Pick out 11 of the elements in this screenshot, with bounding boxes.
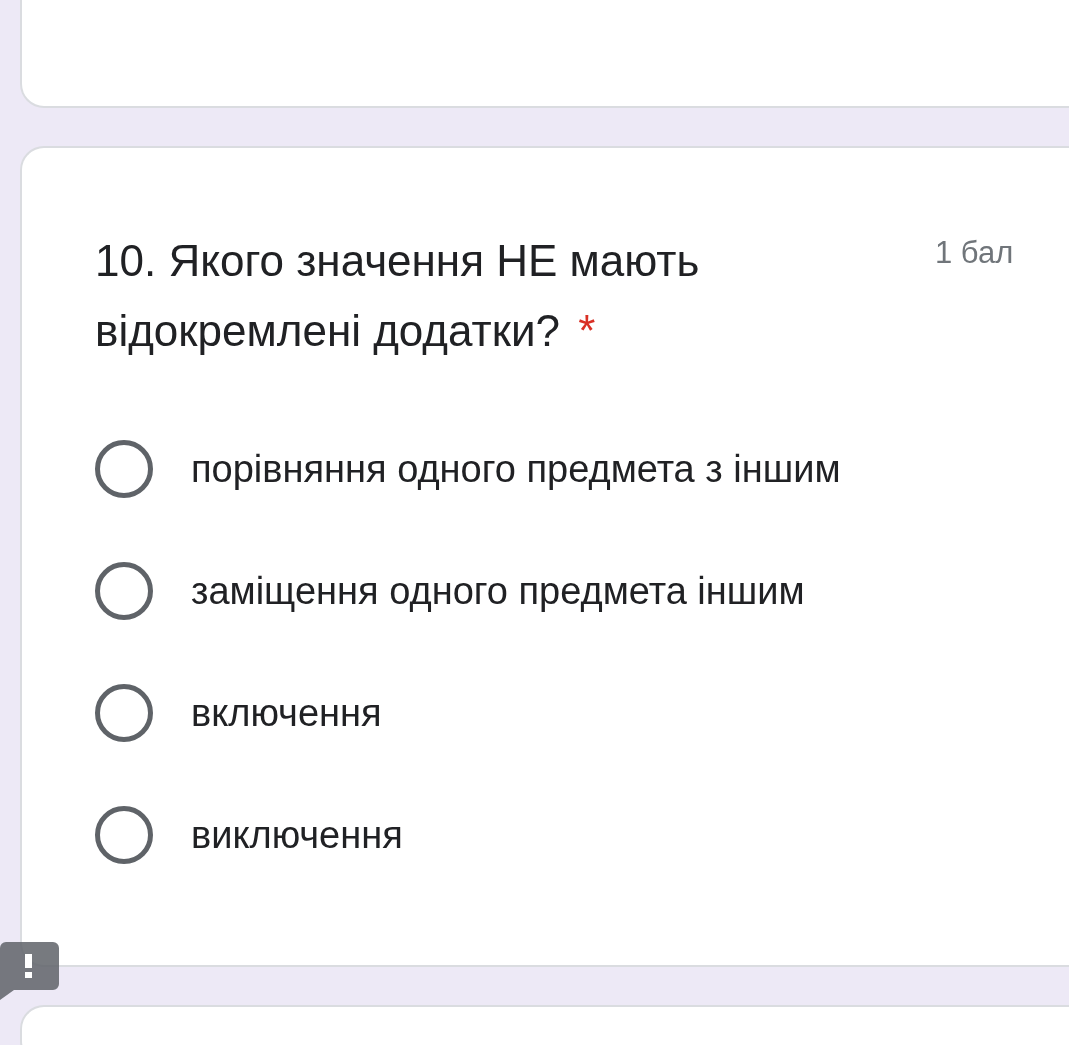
option-label[interactable]: виключення — [191, 807, 403, 863]
radio-button[interactable] — [95, 440, 153, 498]
points-label: 1 бал — [935, 234, 1015, 272]
radio-button[interactable] — [95, 562, 153, 620]
option-label[interactable]: заміщення одного предмета іншим — [191, 563, 805, 619]
question-title: 10. Якого значення НЕ мають відокремлені додатки? * — [95, 235, 701, 357]
radio-button[interactable] — [95, 684, 153, 742]
radio-button[interactable] — [95, 806, 153, 864]
option-label[interactable]: порівняння одного предмета з іншим — [191, 441, 841, 497]
feedback-icon[interactable] — [0, 942, 60, 1000]
option-label[interactable]: включення — [191, 685, 382, 741]
